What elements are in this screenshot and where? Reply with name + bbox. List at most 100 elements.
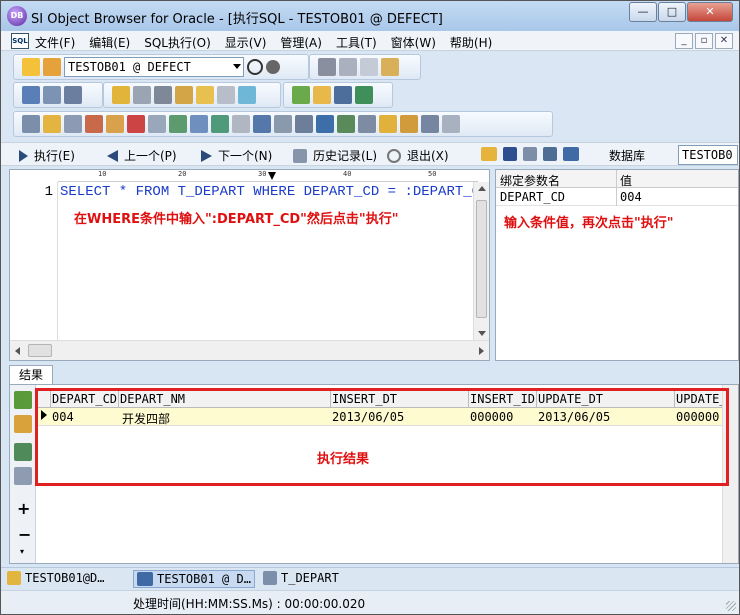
- app-logo-icon: DB: [7, 6, 27, 26]
- cluster-icon[interactable]: [358, 115, 376, 133]
- editor-horizontal-scrollbar[interactable]: [10, 340, 489, 360]
- cut-icon[interactable]: [339, 58, 357, 76]
- window-controls: — □ ✕: [629, 2, 733, 22]
- tab-result[interactable]: 结果: [9, 365, 53, 385]
- scroll-up-icon[interactable]: [478, 186, 486, 191]
- ruler-mark: 10: [98, 170, 107, 178]
- scroll-left-icon[interactable]: [15, 347, 20, 355]
- new-connection-icon[interactable]: [22, 58, 40, 76]
- function-icon[interactable]: [190, 115, 208, 133]
- scroll-down-icon[interactable]: [478, 331, 486, 336]
- index-icon[interactable]: [64, 115, 82, 133]
- package-icon[interactable]: [238, 86, 256, 104]
- menu-window[interactable]: 窗体(W): [391, 34, 436, 51]
- execute-bar: 执行(E) 上一个(P) 下一个(N) 历史记录(L) 退出(X) 数据库 TE…: [1, 142, 739, 166]
- synonym-icon[interactable]: [148, 115, 166, 133]
- sql-format-icon[interactable]: [563, 147, 579, 161]
- copy-rows-icon[interactable]: [14, 467, 32, 485]
- sql-window-icon[interactable]: SQL: [11, 33, 29, 49]
- paste-icon[interactable]: [381, 58, 399, 76]
- type-icon[interactable]: [232, 115, 250, 133]
- sql-tool-icon[interactable]: [334, 86, 352, 104]
- editor-vertical-scrollbar[interactable]: [473, 182, 489, 340]
- scroll-right-icon[interactable]: [479, 347, 484, 355]
- job-icon[interactable]: [295, 115, 313, 133]
- task-connection[interactable]: TESTOB01@D…: [7, 571, 104, 585]
- grid-view-icon[interactable]: [64, 86, 82, 104]
- script-icon[interactable]: [43, 86, 61, 104]
- edit-tool-icon[interactable]: [400, 115, 418, 133]
- add-row-icon[interactable]: +: [17, 499, 30, 518]
- mdi-minimize-button[interactable]: _: [675, 33, 693, 49]
- sql-icon[interactable]: [22, 86, 40, 104]
- next-button[interactable]: 下一个(N): [201, 147, 272, 164]
- refresh-circle-icon[interactable]: [247, 59, 263, 75]
- cylinder-icon[interactable]: [196, 86, 214, 104]
- menu-tools[interactable]: 工具(T): [336, 34, 377, 51]
- dblink-icon[interactable]: [274, 115, 292, 133]
- menu-view[interactable]: 显示(V): [225, 34, 267, 51]
- export-icon[interactable]: [313, 86, 331, 104]
- menu-file[interactable]: 文件(F): [35, 34, 75, 51]
- grid-icon[interactable]: [543, 147, 557, 161]
- save-icon[interactable]: [503, 147, 517, 161]
- queue-icon[interactable]: [316, 115, 334, 133]
- library-icon[interactable]: [253, 115, 271, 133]
- info-icon[interactable]: [442, 115, 460, 133]
- scroll-thumb[interactable]: [476, 200, 487, 318]
- sequence-icon[interactable]: [106, 115, 124, 133]
- sql-text[interactable]: SELECT * FROM T_DEPART WHERE DEPART_CD =…: [60, 184, 488, 200]
- table-icon[interactable]: [22, 115, 40, 133]
- filter-icon[interactable]: [14, 415, 32, 433]
- copy-icon[interactable]: [360, 58, 378, 76]
- mdi-restore-button[interactable]: ▫: [695, 33, 713, 49]
- database-select[interactable]: TESTOB0: [678, 145, 738, 165]
- package-body-icon[interactable]: [211, 115, 229, 133]
- snapshot-icon[interactable]: [337, 115, 355, 133]
- menu-sql-execute[interactable]: SQL执行(O): [144, 34, 211, 51]
- task-table[interactable]: T_DEPART: [263, 571, 339, 585]
- import-icon[interactable]: [292, 86, 310, 104]
- close-button[interactable]: ✕: [687, 2, 733, 22]
- sql-editor[interactable]: 10 20 30 40 50 1 SELECT * FROM T_DEPART …: [9, 169, 490, 361]
- menu-edit[interactable]: 编辑(E): [89, 34, 130, 51]
- minimize-button[interactable]: —: [629, 2, 657, 22]
- database-icon[interactable]: [133, 86, 151, 104]
- resize-grip-icon[interactable]: [726, 601, 736, 611]
- app-window: DB SI Object Browser for Oracle - [执行SQL…: [0, 0, 740, 615]
- toolbar-area: TESTOB01 @ DEFECT: [1, 52, 739, 140]
- execute-button[interactable]: 执行(E): [19, 147, 75, 164]
- objects-icon[interactable]: [217, 86, 235, 104]
- user-icon[interactable]: [112, 86, 130, 104]
- connection-select[interactable]: TESTOB01 @ DEFECT: [64, 57, 244, 77]
- task-sql-window[interactable]: TESTOB01 @ D…: [133, 570, 255, 588]
- run-script-icon[interactable]: [355, 86, 373, 104]
- storage-icon[interactable]: [154, 86, 172, 104]
- menu-help[interactable]: 帮助(H): [450, 34, 492, 51]
- remove-row-icon[interactable]: −: [18, 525, 31, 544]
- lock-icon[interactable]: [175, 86, 193, 104]
- key-icon[interactable]: [43, 115, 61, 133]
- procedure-icon[interactable]: [169, 115, 187, 133]
- maximize-button[interactable]: □: [658, 2, 686, 22]
- disconnect-icon[interactable]: [43, 58, 61, 76]
- exit-button[interactable]: 退出(X): [387, 147, 449, 164]
- menu-manage[interactable]: 管理(A): [280, 34, 322, 51]
- open-folder-icon[interactable]: [481, 147, 497, 161]
- mdi-close-button[interactable]: ✕: [715, 33, 733, 49]
- prev-button[interactable]: 上一个(P): [107, 147, 177, 164]
- layout-icon[interactable]: [523, 147, 537, 161]
- connection-icon: [7, 571, 21, 585]
- trigger-icon[interactable]: [85, 115, 103, 133]
- recycle-icon[interactable]: [379, 115, 397, 133]
- more-icon[interactable]: ▾: [20, 547, 24, 556]
- view-icon[interactable]: [127, 115, 145, 133]
- document-icon[interactable]: [421, 115, 439, 133]
- edit-pencil-icon[interactable]: [14, 391, 32, 409]
- reload-icon[interactable]: [266, 60, 280, 74]
- history-button[interactable]: 历史记录(L): [293, 147, 377, 164]
- export-excel-icon[interactable]: [14, 443, 32, 461]
- undo-icon[interactable]: [318, 58, 336, 76]
- scroll-thumb[interactable]: [28, 344, 52, 357]
- bind-value-input[interactable]: 004: [620, 190, 642, 204]
